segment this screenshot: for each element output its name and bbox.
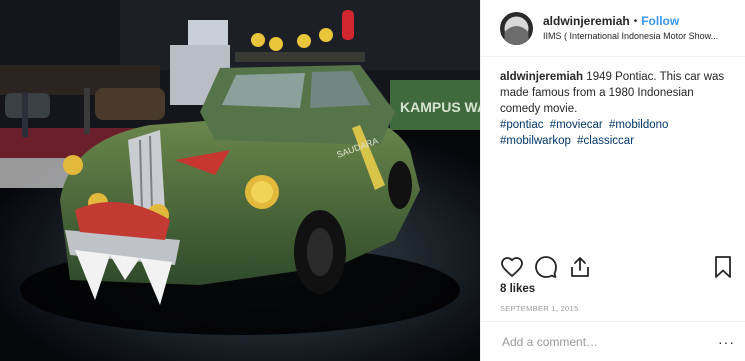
heart-icon[interactable] bbox=[500, 255, 524, 279]
avatar[interactable] bbox=[500, 11, 533, 45]
bookmark-icon[interactable] bbox=[713, 255, 733, 279]
hashtag-link[interactable]: #mobildono bbox=[609, 119, 668, 131]
hashtag-link[interactable]: #moviecar bbox=[550, 119, 603, 131]
share-icon[interactable] bbox=[568, 255, 592, 279]
banner-text: KAMPUS WA bbox=[400, 99, 480, 115]
action-bar bbox=[500, 255, 602, 279]
instagram-post: KAMPUS WA SAUDARA aldwinjeremiah • Follo… bbox=[0, 0, 745, 361]
comment-icon[interactable] bbox=[534, 255, 558, 279]
hashtag-list: #pontiac #moviecar #mobildono #mobilwark… bbox=[500, 117, 729, 149]
hashtag-link[interactable]: #mobilwarkop bbox=[500, 135, 571, 147]
post-caption: aldwinjeremiah 1949 Pontiac. This car wa… bbox=[481, 57, 745, 149]
comment-bar: ··· bbox=[481, 321, 745, 361]
car-photo-illustration: KAMPUS WA SAUDARA bbox=[0, 0, 480, 361]
more-options-icon[interactable]: ··· bbox=[718, 334, 735, 350]
post-photo[interactable]: KAMPUS WA SAUDARA bbox=[0, 0, 480, 361]
caption-username[interactable]: aldwinjeremiah bbox=[500, 71, 583, 83]
likes-count[interactable]: 8 likes bbox=[500, 283, 535, 295]
comment-input[interactable] bbox=[500, 333, 704, 350]
separator-dot: • bbox=[633, 15, 638, 27]
avatar-image bbox=[500, 11, 533, 45]
post-date: SEPTEMBER 1, 2015 bbox=[500, 304, 579, 313]
follow-button[interactable]: Follow bbox=[641, 14, 679, 29]
hashtag-link[interactable]: #pontiac bbox=[500, 119, 543, 131]
post-sidebar: aldwinjeremiah • Follow IIMS ( Internati… bbox=[480, 0, 745, 361]
post-header: aldwinjeremiah • Follow IIMS ( Internati… bbox=[481, 0, 745, 57]
hashtag-link[interactable]: #classiccar bbox=[577, 135, 634, 147]
location-link[interactable]: IIMS ( International Indonesia Motor Sho… bbox=[543, 30, 743, 43]
username-link[interactable]: aldwinjeremiah bbox=[543, 14, 630, 29]
